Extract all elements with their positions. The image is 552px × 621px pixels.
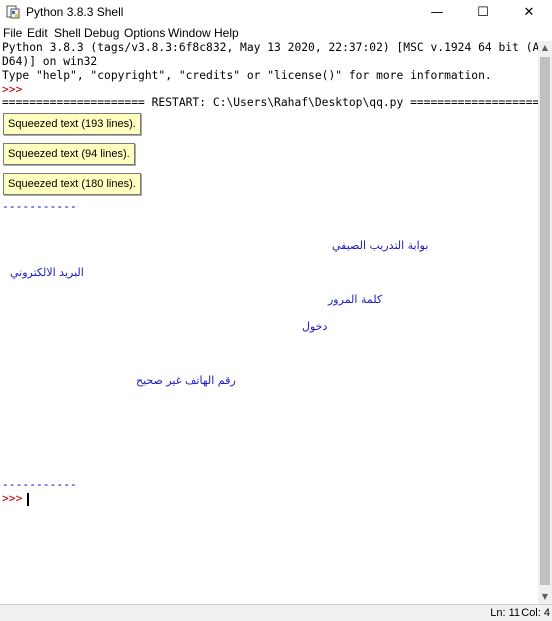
banner-line-1: Python 3.8.3 (tags/v3.8.3:6f8c832, May 1… — [2, 41, 547, 54]
menu-help[interactable]: Help — [214, 26, 239, 40]
output-arabic-line: كلمة المرور — [328, 293, 383, 306]
close-icon: ✕ — [523, 4, 535, 20]
python-idle-icon — [6, 5, 20, 19]
minimize-icon: — — [430, 4, 444, 20]
menu-file[interactable]: File — [3, 26, 22, 40]
minimize-button[interactable]: — — [414, 0, 460, 24]
banner-line-3: Type "help", "copyright", "credits" or "… — [2, 69, 492, 82]
squeezed-text-button[interactable]: Squeezed text (180 lines). — [3, 173, 141, 195]
menu-window[interactable]: Window — [168, 26, 211, 40]
line-number: Ln: 11 — [490, 607, 520, 619]
menu-debug[interactable]: Debug — [84, 26, 119, 40]
restart-line: ===================== RESTART: C:\Users\… — [2, 96, 547, 109]
shell-prompt: >>> — [2, 83, 23, 96]
shell-prompt: >>> — [2, 492, 23, 505]
squeezed-text-button[interactable]: Squeezed text (193 lines). — [3, 113, 141, 135]
scrollbar-thumb[interactable] — [540, 57, 550, 585]
menu-shell[interactable]: Shell — [54, 26, 81, 40]
scroll-up-icon[interactable]: ▲ — [538, 41, 552, 55]
scroll-down-icon[interactable]: ▼ — [538, 590, 552, 604]
title-bar: Python 3.8.3 Shell — ☐ ✕ — [0, 0, 552, 24]
menu-edit[interactable]: Edit — [27, 26, 48, 40]
window-title: Python 3.8.3 Shell — [26, 5, 124, 19]
close-button[interactable]: ✕ — [506, 0, 552, 24]
maximize-button[interactable]: ☐ — [460, 0, 506, 24]
shell-text-area[interactable]: Python 3.8.3 (tags/v3.8.3:6f8c832, May 1… — [0, 41, 546, 604]
menu-bar: File Edit Shell Debug Options Window Hel… — [0, 24, 552, 41]
vertical-scrollbar[interactable]: ▲ ▼ — [538, 41, 552, 604]
output-separator: ----------- — [2, 478, 77, 491]
output-arabic-line: البريد الالكتروني — [10, 266, 84, 279]
maximize-icon: ☐ — [477, 4, 489, 20]
output-arabic-line: بوابة التدريب الصيفي — [332, 239, 429, 252]
menu-options[interactable]: Options — [124, 26, 165, 40]
output-separator: ----------- — [2, 200, 77, 213]
banner-line-2: D64)] on win32 — [2, 55, 98, 68]
output-arabic-line: رقم الهاتف غير صحيح — [136, 374, 236, 387]
squeezed-text-button[interactable]: Squeezed text (94 lines). — [3, 143, 135, 165]
column-number: Col: 4 — [521, 607, 550, 619]
status-bar: Ln: 11 Col: 4 — [0, 604, 552, 621]
text-cursor — [27, 493, 29, 506]
output-arabic-line: دخول — [302, 320, 328, 333]
